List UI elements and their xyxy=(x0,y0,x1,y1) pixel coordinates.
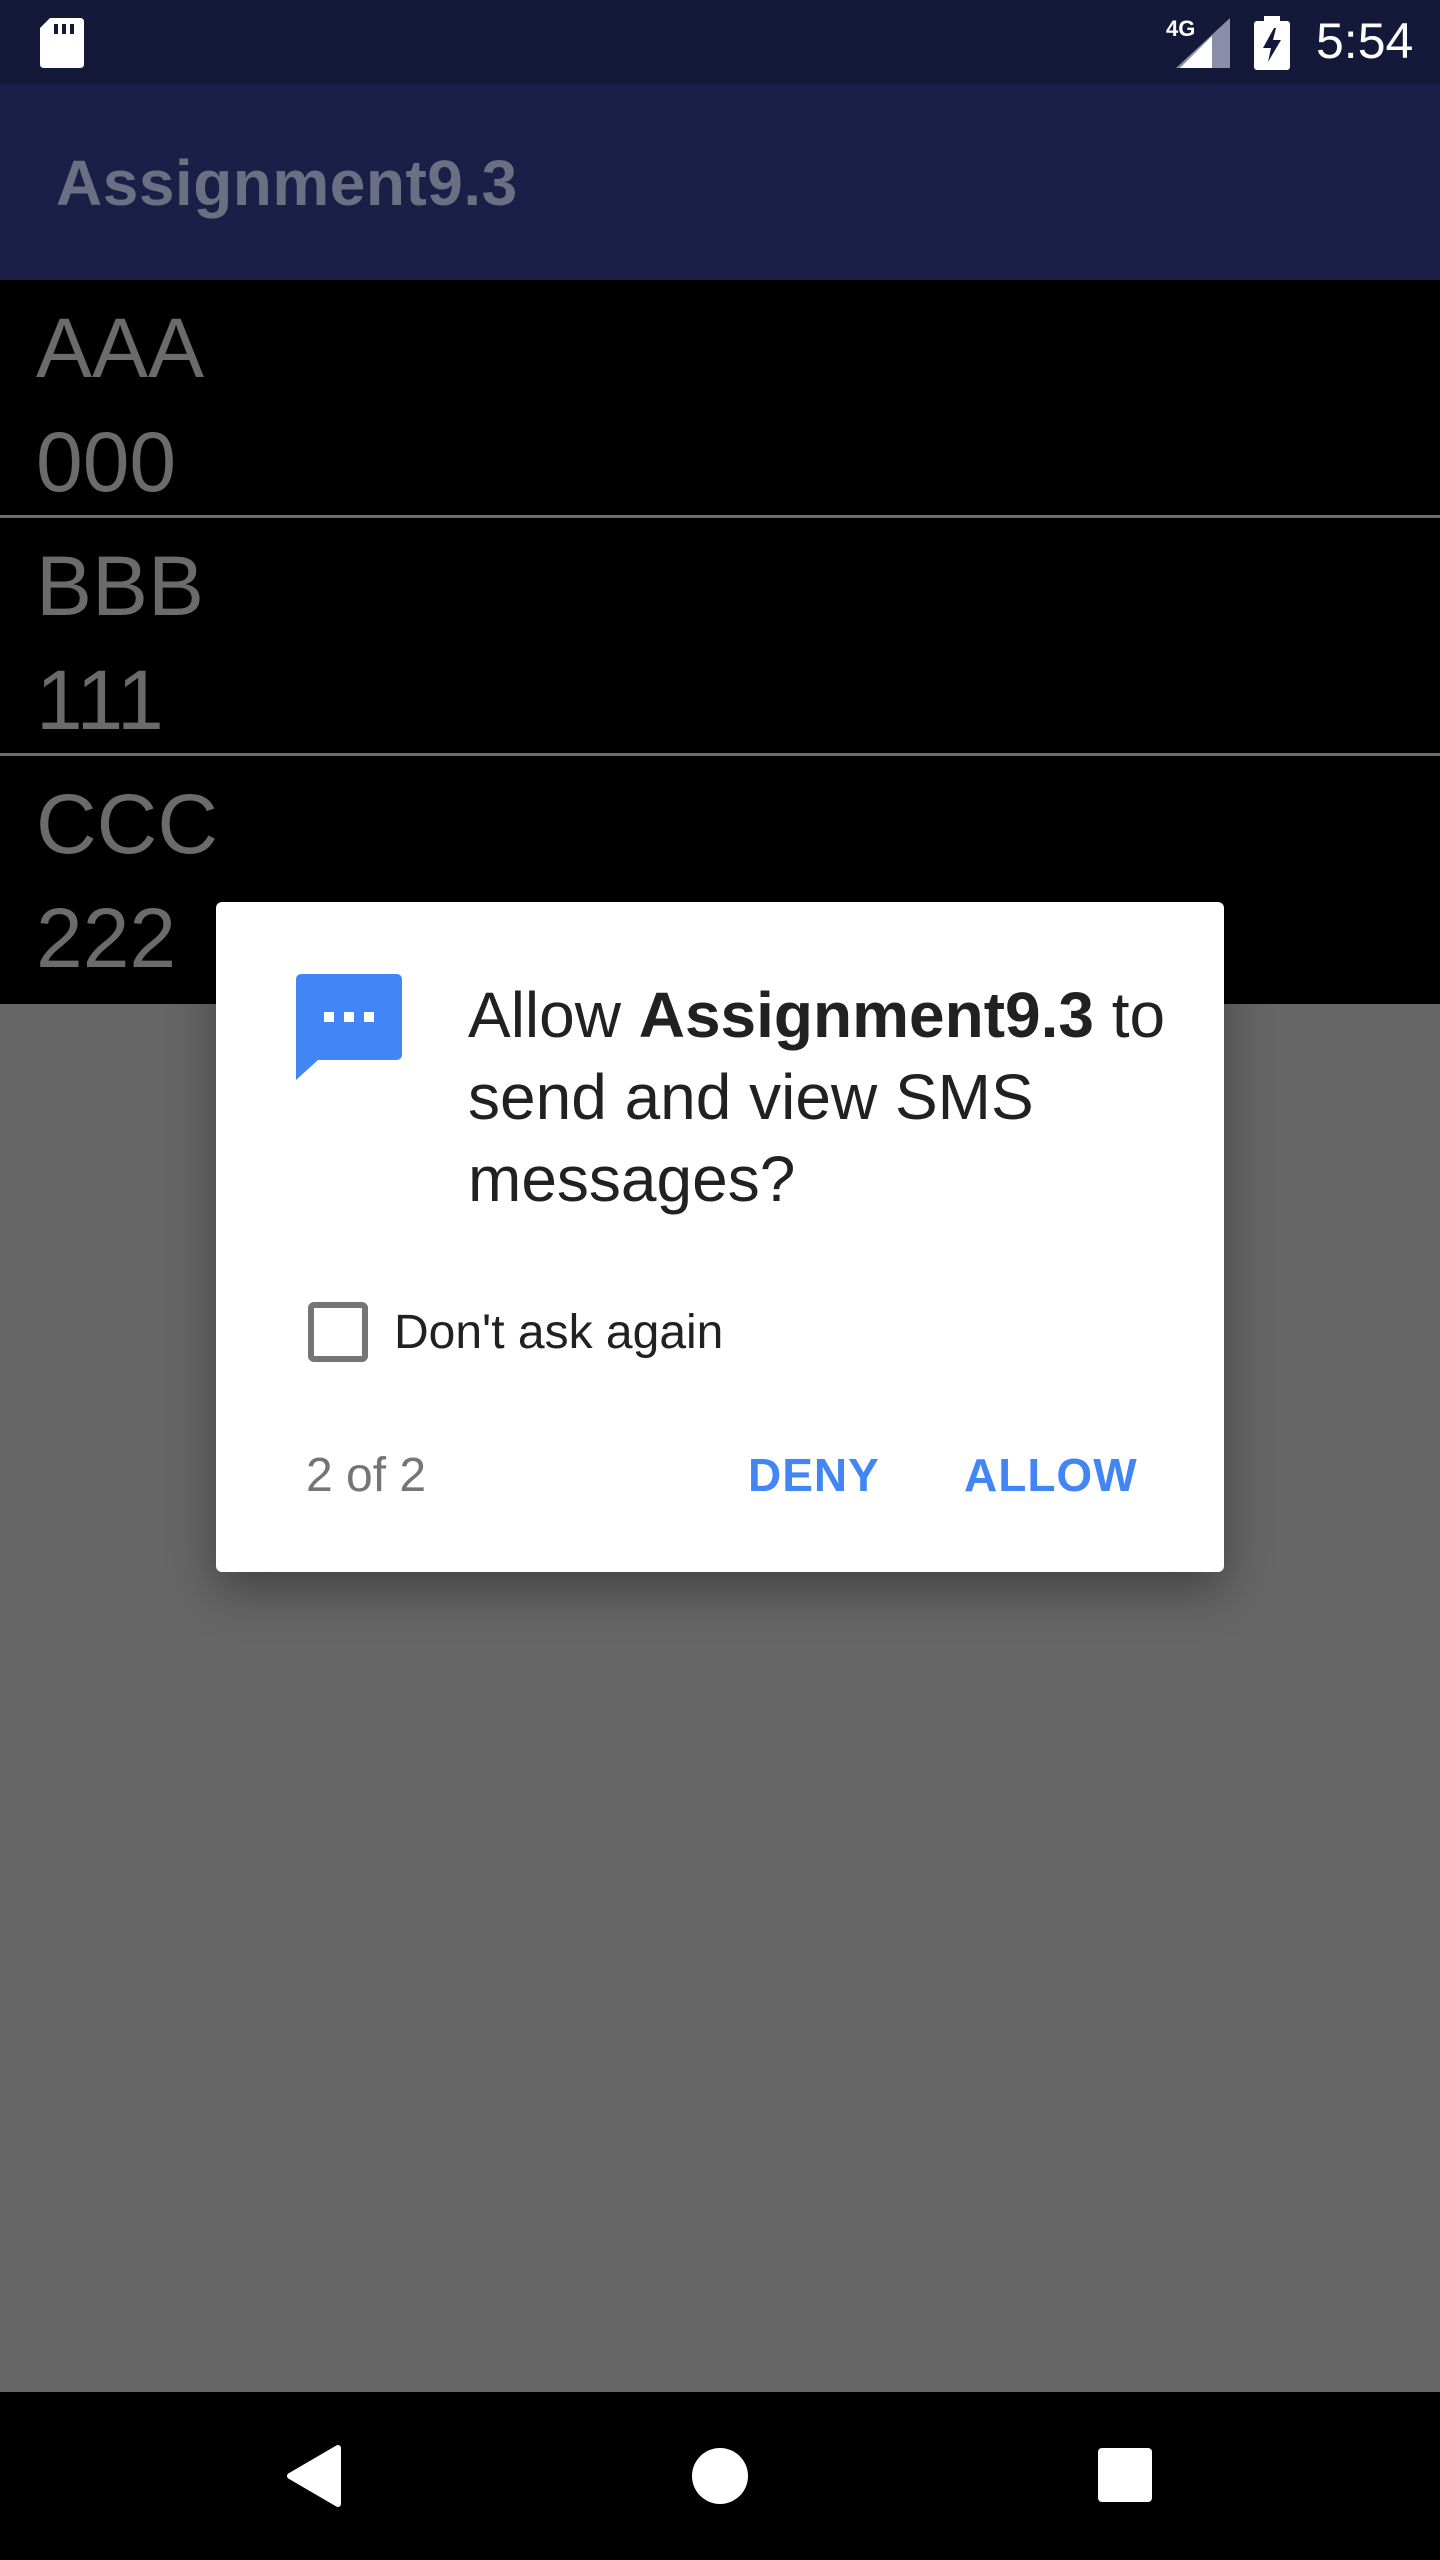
list-item[interactable]: AAA 000 xyxy=(0,280,1440,518)
app-bar: Assignment9.3 xyxy=(0,84,1440,280)
navigation-bar xyxy=(0,2392,1440,2560)
dont-ask-again-checkbox[interactable] xyxy=(308,1302,368,1362)
status-clock: 5:54 xyxy=(1316,13,1414,69)
dialog-app-name: Assignment9.3 xyxy=(638,979,1094,1051)
battery-charging-icon xyxy=(1254,16,1290,75)
deny-button[interactable]: DENY xyxy=(748,1432,880,1518)
sms-icon xyxy=(296,974,402,1085)
signal-icon xyxy=(1176,18,1230,73)
back-icon[interactable] xyxy=(286,2444,342,2513)
contact-list: AAA 000 BBB 111 CCC 222 xyxy=(0,280,1440,1004)
permission-counter: 2 of 2 xyxy=(306,1449,427,1502)
app-title: Assignment9.3 xyxy=(56,147,518,219)
dialog-message: Allow Assignment9.3 to send and view SMS… xyxy=(468,974,1188,1220)
list-item-name: BBB xyxy=(36,539,205,633)
home-icon[interactable] xyxy=(692,2448,748,2509)
dont-ask-again-row[interactable]: Don't ask again xyxy=(308,1302,723,1362)
recent-apps-icon[interactable] xyxy=(1098,2448,1152,2507)
list-item-name: CCC xyxy=(36,777,218,871)
dont-ask-again-label[interactable]: Don't ask again xyxy=(394,1305,723,1360)
list-item-name: AAA xyxy=(36,301,205,395)
permission-dialog: Allow Assignment9.3 to send and view SMS… xyxy=(216,902,1224,1572)
allow-button[interactable]: ALLOW xyxy=(964,1432,1138,1518)
status-bar: 4G 5:54 xyxy=(0,0,1440,84)
sd-card-icon xyxy=(40,18,84,73)
list-item-number: 222 xyxy=(36,891,177,985)
dialog-message-prefix: Allow xyxy=(468,979,639,1051)
list-item[interactable]: BBB 111 xyxy=(0,518,1440,756)
list-item-number: 111 xyxy=(36,653,164,747)
list-item-number: 000 xyxy=(36,415,177,509)
